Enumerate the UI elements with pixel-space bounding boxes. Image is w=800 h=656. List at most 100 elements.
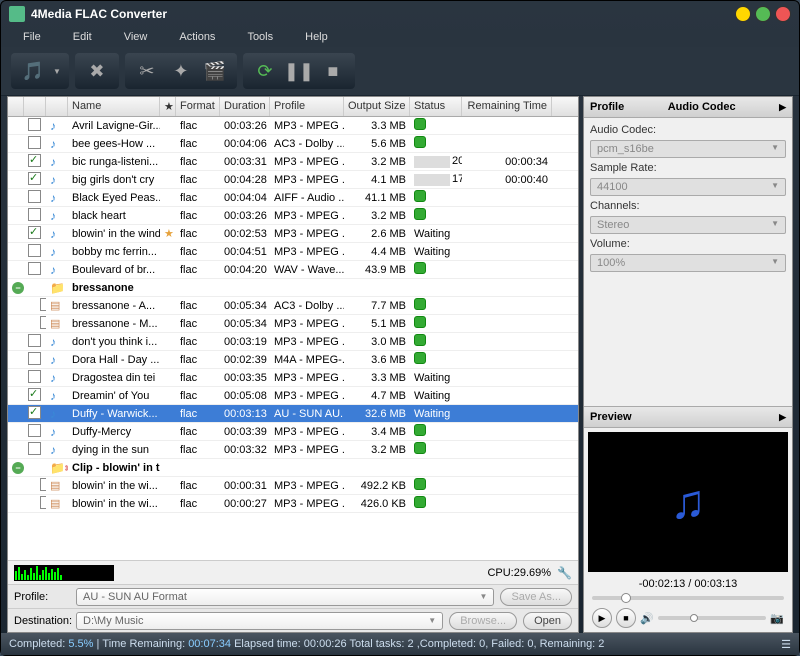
expand-toggle-icon[interactable]: − [12,282,24,294]
menu-edit[interactable]: Edit [61,29,112,45]
column-header[interactable] [8,97,24,116]
checkbox[interactable] [28,352,41,365]
table-row[interactable]: ♪Boulevard of br...flac00:04:20WAV - Wav… [8,261,578,279]
checkbox[interactable] [28,226,41,239]
table-row[interactable]: ▤bressanone - M...flac00:05:34MP3 - MPEG… [8,315,578,333]
table-row[interactable]: ▤bressanone - A...flac00:05:34AC3 - Dolb… [8,297,578,315]
checkbox[interactable] [28,136,41,149]
checkbox[interactable] [40,478,46,491]
table-row[interactable]: ♪Dragostea din teiflac00:03:35MP3 - MPEG… [8,369,578,387]
effects-button[interactable]: ✦ [167,57,195,85]
sample-rate-combo[interactable]: 44100 [590,178,786,196]
play-button[interactable]: ▶ [592,608,612,628]
destination-combo[interactable]: D:\My Music [76,612,443,630]
table-row[interactable]: ♪black heartflac00:03:26MP3 - MPEG ...3.… [8,207,578,225]
table-row[interactable]: ♪Dora Hall - Day ...flac00:02:39M4A - MP… [8,351,578,369]
table-row[interactable]: ♪big girls don't cryflac00:04:28MP3 - MP… [8,171,578,189]
convert-button[interactable]: ⟳ [251,57,279,85]
browse-button[interactable]: Browse... [449,612,517,630]
snapshot-icon[interactable]: 📷 [770,612,784,625]
expand-toggle-icon[interactable]: − [12,462,24,474]
checkbox[interactable] [28,244,41,257]
profile: MP3 - MPEG ... [270,498,344,510]
remove-button[interactable]: ✖ [83,57,111,85]
open-button[interactable]: Open [523,612,572,630]
table-row[interactable]: ▤blowin' in the wi...flac00:00:27MP3 - M… [8,495,578,513]
folder-row[interactable]: −📁✂Clip - blowin' in t... [8,459,578,477]
menu-view[interactable]: View [112,29,168,45]
menu-tools[interactable]: Tools [235,29,293,45]
checkbox[interactable] [28,370,41,383]
table-row[interactable]: ♪bobby mc ferrin...flac00:04:51MP3 - MPE… [8,243,578,261]
column-header[interactable]: Duration [220,97,270,116]
checkbox[interactable] [28,388,41,401]
list-icon[interactable]: ☰ [781,638,791,651]
checkbox[interactable] [28,172,41,185]
checkbox[interactable] [28,118,41,131]
checkbox[interactable] [28,208,41,221]
stop-preview-button[interactable]: ■ [616,608,636,628]
column-header[interactable]: Format [176,97,220,116]
table-row[interactable]: ♪Black Eyed Peas...flac00:04:04AIFF - Au… [8,189,578,207]
profile-combo[interactable]: AU - SUN AU Format [76,588,494,606]
chevron-right-icon[interactable]: ▶ [779,412,786,423]
column-header[interactable]: Output Size [344,97,410,116]
checkbox[interactable] [28,154,41,167]
column-header[interactable]: Profile [270,97,344,116]
column-header[interactable]: ★ [160,97,176,116]
format: flac [176,336,220,348]
menu-actions[interactable]: Actions [167,29,235,45]
table-row[interactable]: ♪dying in the sunflac00:03:32MP3 - MPEG … [8,441,578,459]
checkbox[interactable] [28,442,41,455]
chevron-down-icon[interactable]: ▼ [53,67,61,76]
volume-icon[interactable]: 🔊 [640,612,654,625]
checkbox[interactable] [28,190,41,203]
table-row[interactable]: ♪blowin' in the wind★flac00:02:53MP3 - M… [8,225,578,243]
column-header[interactable]: Status [410,97,462,116]
checkbox[interactable] [28,262,41,275]
checkbox[interactable] [40,298,46,311]
output-size: 32.6 MB [344,408,410,420]
add-clip-button[interactable]: 🎬 [201,57,229,85]
table-row[interactable]: ♪bic runga-listeni...flac00:03:31MP3 - M… [8,153,578,171]
checkbox[interactable] [28,334,41,347]
column-header[interactable]: Remaining Time [462,97,552,116]
chevron-right-icon[interactable]: ▶ [779,102,786,113]
menu-file[interactable]: File [11,29,61,45]
profile: AU - SUN AU... [270,408,344,420]
profile-dropdown-label[interactable]: Audio Codec [668,101,736,113]
checkbox[interactable] [40,316,46,329]
column-header[interactable]: Name [68,97,160,116]
duration: 00:04:28 [220,174,270,186]
column-header[interactable] [24,97,46,116]
maximize-button[interactable] [755,6,771,22]
table-row[interactable]: ▤blowin' in the wi...flac00:00:31MP3 - M… [8,477,578,495]
audio-codec-combo[interactable]: pcm_s16be [590,140,786,158]
settings-icon[interactable]: 🔧 [557,566,572,580]
output-size: 3.4 MB [344,426,410,438]
volume-slider[interactable] [658,616,767,620]
add-file-button[interactable]: 🎵 [19,57,47,85]
table-row[interactable]: ♪Dreamin' of Youflac00:05:08MP3 - MPEG .… [8,387,578,405]
folder-row[interactable]: −📁bressanone [8,279,578,297]
checkbox[interactable] [40,496,46,509]
volume-combo[interactable]: 100% [590,254,786,272]
table-row[interactable]: ♪don't you think i...flac00:03:19MP3 - M… [8,333,578,351]
channels-combo[interactable]: Stereo [590,216,786,234]
cut-button[interactable]: ✂ [133,57,161,85]
table-row[interactable]: ♪Duffy-Mercyflac00:03:39MP3 - MPEG ...3.… [8,423,578,441]
table-row[interactable]: ♪bee gees-How ...flac00:04:06AC3 - Dolby… [8,135,578,153]
menu-help[interactable]: Help [293,29,348,45]
table-row[interactable]: ♪Avril Lavigne-Gir...flac00:03:26MP3 - M… [8,117,578,135]
checkbox[interactable] [28,424,41,437]
pause-button[interactable]: ❚❚ [285,57,313,85]
stop-button[interactable]: ■ [319,57,347,85]
preview-title: Preview [590,411,632,423]
minimize-button[interactable] [735,6,751,22]
table-row[interactable]: ♪Duffy - Warwick...flac00:03:13AU - SUN … [8,405,578,423]
column-header[interactable] [46,97,68,116]
checkbox[interactable] [28,406,41,419]
close-button[interactable] [775,6,791,22]
save-as-button[interactable]: Save As... [500,588,572,606]
seek-slider[interactable] [584,592,792,604]
